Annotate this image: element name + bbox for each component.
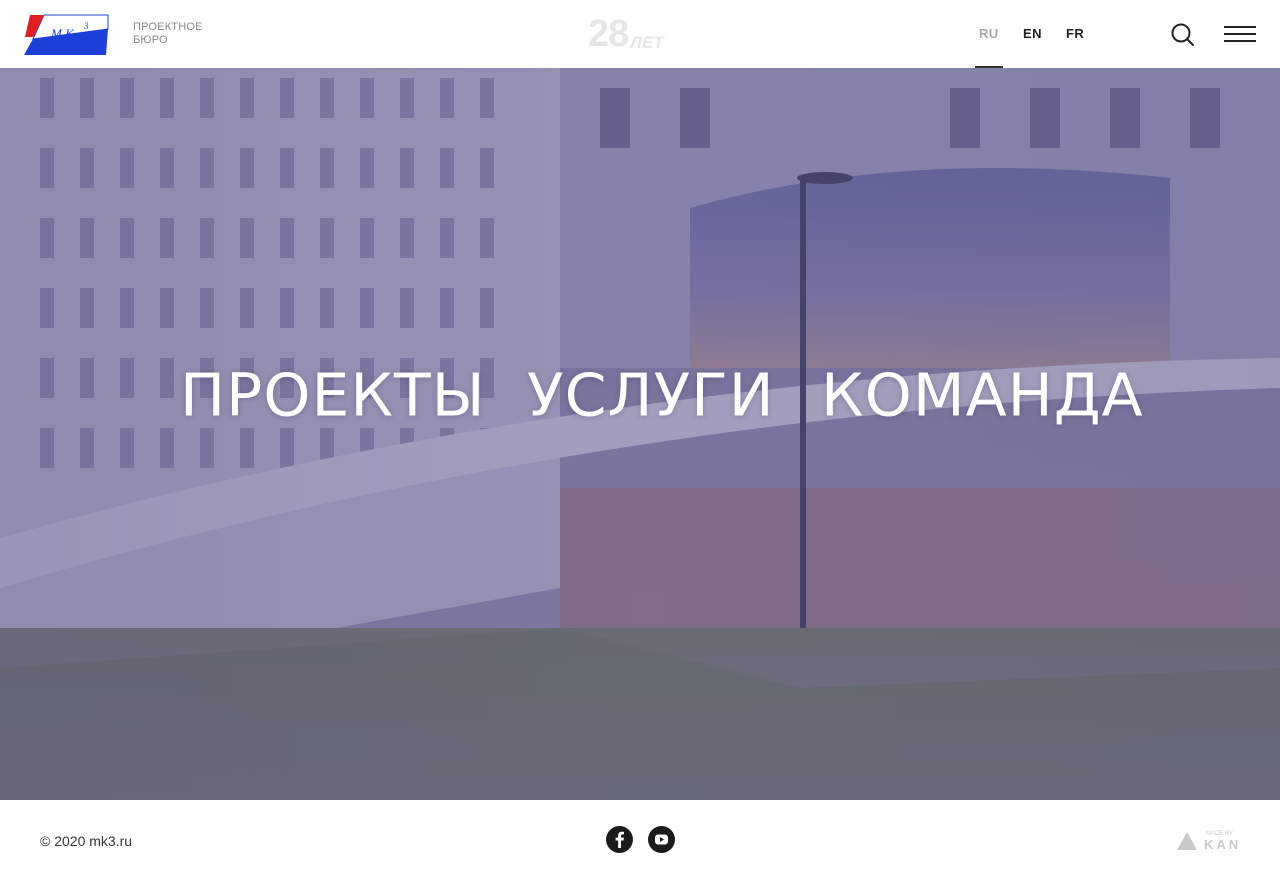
youtube-icon[interactable] [648,826,675,853]
anniversary-word: ЛЕТ [630,33,664,52]
nav-team[interactable]: КОМАНДА [821,365,1144,428]
nav-projects[interactable]: ПРОЕКТЫ [180,365,486,428]
lang-fr[interactable]: FR [1066,26,1084,41]
nav-services[interactable]: УСЛУГИ [527,365,775,428]
svg-text:KAN: KAN [1204,837,1241,852]
svg-text:3: 3 [83,21,89,31]
site-header: M.K. 3 ПРОЕКТНОЕ БЮРО 28 ЛЕТ RU EN FR [0,0,1280,68]
logo-subtitle: ПРОЕКТНОЕ БЮРО [133,21,203,46]
mk3-logo: M.K. 3 [24,14,109,55]
anniversary-badge: 28 ЛЕТ [588,14,664,54]
hero-section: ПРОЕКТЫ УСЛУГИ КОМАНДА [0,68,1280,800]
logo-text: M.K. [50,26,77,41]
made-by-kan-logo: MADE BY KAN [1177,831,1241,852]
anniversary-number: 28 [588,13,629,55]
lang-en[interactable]: EN [1023,26,1042,41]
search-icon[interactable] [1170,22,1196,48]
hero-background-image [0,68,1280,800]
facebook-icon[interactable] [606,826,633,853]
lang-ru[interactable]: RU [979,26,999,41]
menu-burger-icon[interactable] [1224,25,1256,45]
site-footer: © 2020 mk3.ru MADE BY KAN [0,800,1280,880]
copyright-text: © 2020 mk3.ru [40,833,133,849]
